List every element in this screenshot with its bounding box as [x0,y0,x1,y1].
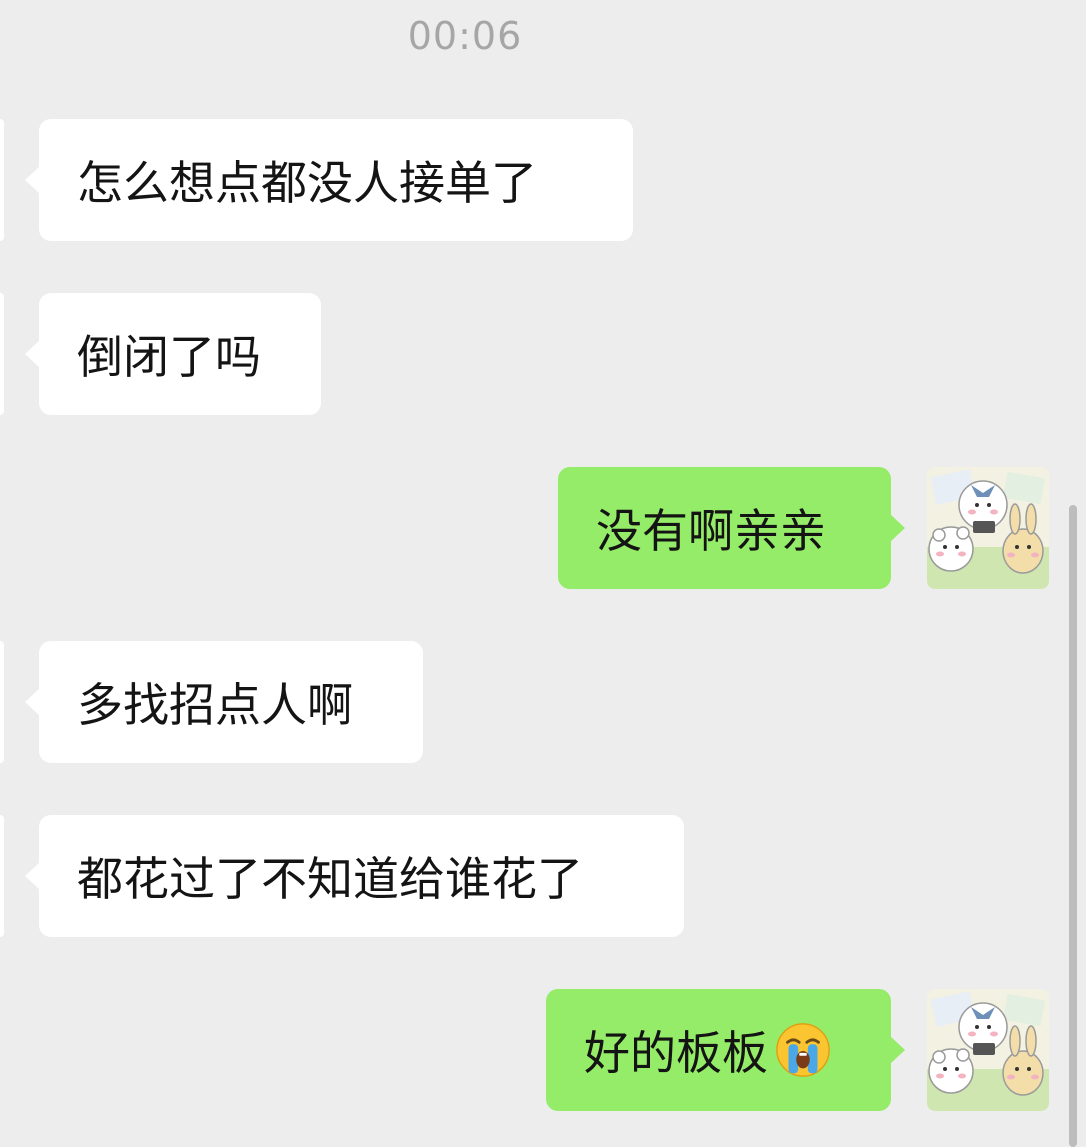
message-text: 都花过了不知道给谁花了 [77,852,583,906]
outgoing-bubble[interactable]: 没有啊亲亲 [558,467,905,589]
message-incoming: 都花过了不知道给谁花了 [25,815,684,937]
message-text: 多找招点人啊 [77,678,353,732]
message-text: 怎么想点都没人接单了 [77,156,537,210]
message-incoming: 倒闭了吗 [25,293,321,415]
avatar-illustration-icon [927,989,1049,1111]
message-text: 没有啊亲亲 [596,504,826,558]
avatar-illustration-icon [927,467,1049,589]
sender-avatar-edge[interactable] [0,119,4,241]
incoming-bubble[interactable]: 都花过了不知道给谁花了 [25,815,684,937]
scrollbar[interactable] [1069,505,1077,1147]
message-text: 倒闭了吗 [77,330,261,384]
sender-avatar-edge[interactable] [0,815,4,937]
incoming-bubble[interactable]: 多找招点人啊 [25,641,423,763]
crying-face-icon [776,1023,830,1077]
sender-avatar-edge[interactable] [0,293,4,415]
message-text: 好的板板 [584,1026,768,1080]
incoming-bubble[interactable]: 倒闭了吗 [25,293,321,415]
message-incoming: 怎么想点都没人接单了 [25,119,633,241]
my-avatar[interactable] [927,989,1049,1111]
message-outgoing: 没有啊亲亲 [558,467,905,589]
outgoing-bubble[interactable]: 好的板板 [546,989,905,1111]
sender-avatar-edge[interactable] [0,641,4,763]
incoming-bubble[interactable]: 怎么想点都没人接单了 [25,119,633,241]
message-outgoing: 好的板板 [546,989,905,1111]
message-incoming: 多找招点人啊 [25,641,423,763]
my-avatar[interactable] [927,467,1049,589]
timestamp: 00:06 [407,14,523,58]
